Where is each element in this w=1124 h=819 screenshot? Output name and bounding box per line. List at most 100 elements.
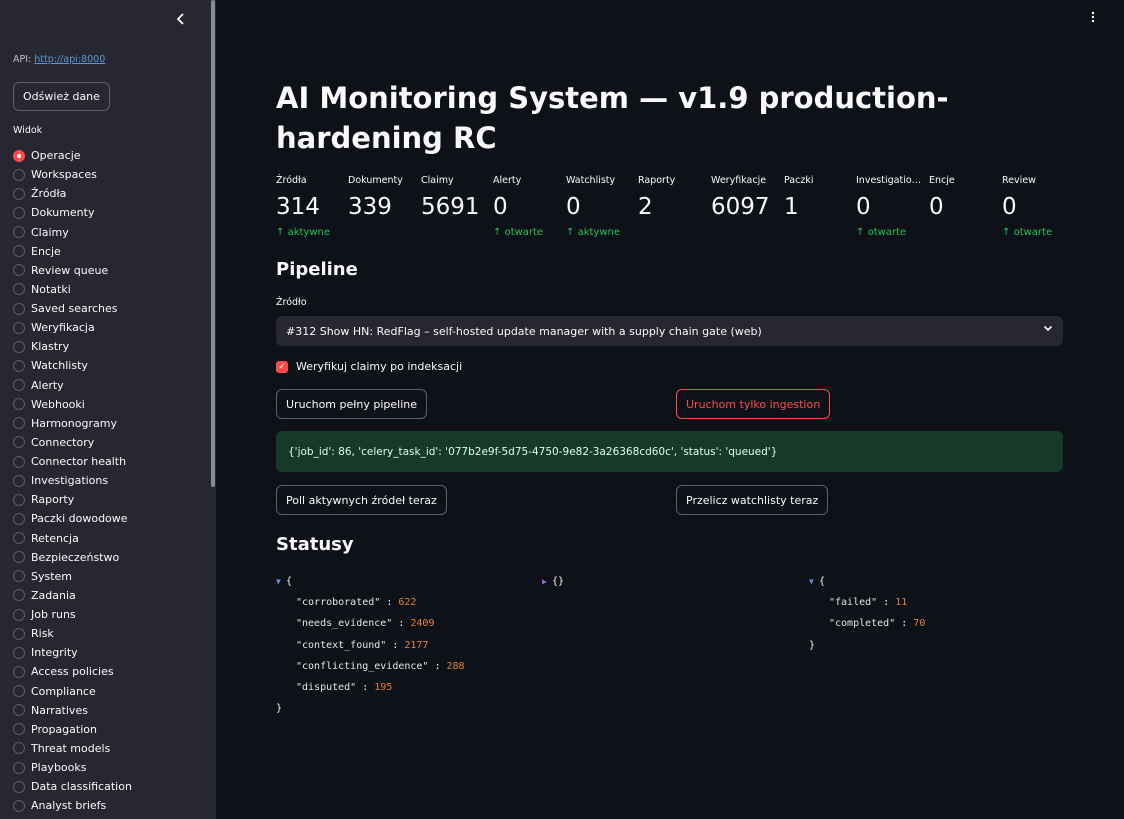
sidebar-radio-item[interactable]: Narratives [13,701,132,720]
radio-icon[interactable] [13,455,25,468]
sidebar-radio-item[interactable]: Review queue [13,261,132,280]
chevron-left-icon[interactable] [172,12,190,30]
radio-icon[interactable] [13,646,25,659]
radio-icon[interactable] [13,264,25,277]
radio-icon[interactable] [13,493,25,506]
radio-icon[interactable] [13,168,25,181]
radio-label: Connectory [31,435,95,449]
radio-icon[interactable] [13,283,25,296]
radio-icon[interactable] [13,723,25,736]
radio-icon[interactable] [13,532,25,545]
radio-icon[interactable] [13,436,25,449]
sidebar-radio-item[interactable]: Weryfikacja [13,318,132,337]
sidebar-radio-item[interactable]: Connectory [13,433,132,452]
sidebar-radio-item[interactable]: Webhooki [13,395,132,414]
metric-label: Alerty [493,175,522,186]
caret-down-icon[interactable]: ▼ [276,571,286,592]
radio-icon[interactable] [13,627,25,640]
radio-icon[interactable] [13,206,25,219]
sidebar-radio-item[interactable]: Risk [13,624,132,643]
poll-sources-button[interactable]: Poll aktywnych źródeł teraz [276,485,447,515]
radio-label: Dokumenty [31,206,95,220]
sidebar-radio-item[interactable]: Raporty [13,490,132,509]
caret-down-icon[interactable]: ▼ [809,571,819,592]
sidebar-radio-item[interactable]: Klastry [13,337,132,356]
sidebar-scrollbar[interactable] [211,0,215,487]
radio-icon[interactable] [13,302,25,315]
radio-icon[interactable] [13,512,25,525]
radio-icon[interactable] [13,149,25,162]
radio-icon[interactable] [13,321,25,334]
radio-icon[interactable] [13,398,25,411]
radio-label: Alerty [31,378,64,392]
source-select-value: #312 Show HN: RedFlag – self-hosted upda… [286,324,762,338]
radio-icon[interactable] [13,379,25,392]
sidebar-radio-item[interactable]: Job runs [13,605,132,624]
source-label: Źródło [276,297,307,308]
sidebar-radio-item[interactable]: Threat models [13,739,132,758]
sidebar-radio-item[interactable]: Propagation [13,720,132,739]
run-full-pipeline-button[interactable]: Uruchom pełny pipeline [276,389,428,419]
sidebar-radio-item[interactable]: Bezpieczeństwo [13,548,132,567]
radio-icon[interactable] [13,551,25,564]
radio-icon[interactable] [13,570,25,583]
metric-label: Paczki [784,175,814,186]
sidebar-radio-item[interactable]: Zadania [13,586,132,605]
radio-icon[interactable] [13,704,25,717]
checkbox-checked-icon[interactable]: ✓ [276,360,288,373]
metric: Investigations 0 ↑ otwarte [856,174,922,240]
vertical-dots-icon[interactable] [1088,11,1098,27]
recalc-watchlists-button[interactable]: Przelicz watchlisty teraz [676,485,829,515]
json-entry: "corroborated" : 622 [276,592,465,613]
radio-icon[interactable] [13,340,25,353]
radio-icon[interactable] [13,608,25,621]
sidebar-radio-item[interactable]: System [13,567,132,586]
run-ingestion-button[interactable]: Uruchom tylko ingestion [676,389,831,419]
sidebar-radio-item[interactable]: Encje [13,242,132,261]
sidebar-radio-item[interactable]: Źródła [13,184,132,203]
radio-icon[interactable] [13,187,25,200]
success-message: {'job_id': 86, 'celery_task_id': '077b2e… [276,431,1063,472]
radio-icon[interactable] [13,685,25,698]
api-url-link[interactable]: http://api:8000 [34,54,105,65]
caret-right-icon[interactable]: ▶ [542,571,552,592]
radio-icon[interactable] [13,359,25,372]
sidebar-radio-item[interactable]: Paczki dowodowe [13,509,132,528]
sidebar-radio-item[interactable]: Notatki [13,280,132,299]
radio-icon[interactable] [13,245,25,258]
sidebar-radio-item[interactable]: Investigations [13,471,132,490]
sidebar-radio-item[interactable]: Workspaces [13,165,132,184]
sidebar-radio-item[interactable]: Watchlisty [13,356,132,375]
metric-value: 2 [638,194,653,220]
sidebar-radio-item[interactable]: Compliance [13,682,132,701]
radio-icon[interactable] [13,226,25,239]
sidebar-radio-item[interactable]: Integrity [13,643,132,662]
radio-icon[interactable] [13,799,25,812]
radio-icon[interactable] [13,589,25,602]
sidebar-radio-item[interactable]: Operacje [13,146,132,165]
sidebar-radio-item[interactable]: Connector health [13,452,132,471]
sidebar-radio-item[interactable]: Analyst briefs [13,796,132,815]
radio-icon[interactable] [13,780,25,793]
sidebar-radio-item[interactable]: Claimy [13,223,132,242]
sidebar-radio-item[interactable]: Data classification [13,777,132,796]
radio-icon[interactable] [13,474,25,487]
sidebar-radio-item[interactable]: Playbooks [13,758,132,777]
radio-label: Watchlisty [31,359,88,373]
refresh-data-button[interactable]: Odśwież dane [13,82,110,111]
radio-icon[interactable] [13,761,25,774]
radio-icon[interactable] [13,665,25,678]
sidebar: API: http://api:8000 Odśwież dane Widok … [0,0,216,819]
sidebar-radio-item[interactable]: Dokumenty [13,203,132,222]
verify-claims-checkbox-row[interactable]: ✓ Weryfikuj claimy po indeksacji [276,360,462,373]
sidebar-radio-item[interactable]: Retencja [13,529,132,548]
sidebar-radio-item[interactable]: Access policies [13,662,132,681]
source-select[interactable]: #312 Show HN: RedFlag – self-hosted upda… [276,316,1063,346]
chevron-down-icon [1043,323,1053,336]
json-close-brace: } [809,639,816,651]
sidebar-radio-item[interactable]: Harmonogramy [13,414,132,433]
radio-icon[interactable] [13,417,25,430]
sidebar-radio-item[interactable]: Alerty [13,376,132,395]
radio-icon[interactable] [13,742,25,755]
sidebar-radio-item[interactable]: Saved searches [13,299,132,318]
